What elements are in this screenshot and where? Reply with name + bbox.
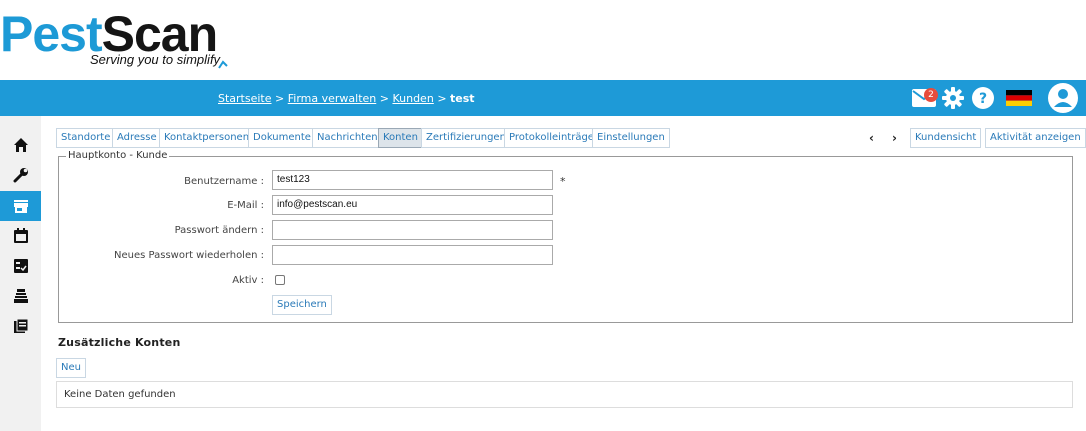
logo-tagline: Serving you to simplify — [90, 52, 221, 67]
pestscan-logo: PestScan Serving you to simplify — [0, 2, 240, 78]
calendar-icon — [13, 228, 28, 243]
sidebar-item-home[interactable] — [0, 130, 41, 160]
tab-nachrichten[interactable]: Nachrichten — [312, 128, 383, 148]
breadcrumb-firma-verwalten[interactable]: Firma verwalten — [288, 92, 377, 105]
breadcrumb-separator: > — [437, 92, 447, 105]
sidebar-item-tools[interactable] — [0, 160, 41, 190]
prev-arrow-icon[interactable]: ‹ — [869, 131, 874, 145]
sidebar-item-reports[interactable] — [0, 311, 41, 341]
kundensicht-button[interactable]: Kundensicht — [910, 128, 982, 148]
empty-table-message: Keine Daten gefunden — [56, 381, 1073, 408]
active-checkbox[interactable] — [275, 275, 285, 285]
breadcrumb-separator: > — [379, 92, 389, 105]
active-label: Aktiv : — [232, 275, 264, 286]
topbar-icons: 2 ? — [896, 80, 1086, 116]
mail-icon[interactable]: 2 — [912, 88, 938, 110]
password-repeat-label: Neues Passwort wiederholen : — [114, 250, 264, 261]
tab-zertifizierungen[interactable]: Zertifizierungen — [421, 128, 511, 148]
sidebar-item-calendar[interactable] — [0, 221, 41, 251]
wrench-icon — [13, 168, 28, 183]
left-sidebar — [0, 116, 41, 431]
sidebar-item-checklist[interactable] — [0, 251, 41, 281]
tab-konten[interactable]: Konten — [378, 128, 423, 148]
user-avatar-icon[interactable] — [1048, 83, 1078, 116]
email-input[interactable]: info@pestscan.eu — [272, 195, 553, 215]
password-input[interactable] — [272, 220, 553, 240]
save-button[interactable]: Speichern — [272, 295, 332, 315]
fieldset-legend: Hauptkonto - Kunde — [66, 150, 170, 161]
next-arrow-icon[interactable]: › — [892, 131, 897, 145]
sidebar-item-traps[interactable] — [0, 281, 41, 311]
store-icon — [13, 200, 28, 213]
breadcrumb-current: test — [450, 92, 475, 105]
tab-kontaktpersonen[interactable]: Kontaktpersonen — [159, 128, 255, 148]
required-marker: * — [560, 175, 566, 188]
tab-adresse[interactable]: Adresse — [112, 128, 162, 148]
checklist-icon — [13, 259, 28, 273]
book-icon — [13, 318, 28, 333]
breadcrumb-separator: > — [275, 92, 285, 105]
svg-text:?: ? — [979, 91, 987, 107]
breadcrumb: Startseite > Firma verwalten > Kunden > … — [218, 92, 475, 105]
breadcrumb-startseite[interactable]: Startseite — [218, 92, 272, 105]
password-label: Passwort ändern : — [174, 225, 264, 236]
tab-standorte[interactable]: Standorte — [56, 128, 116, 148]
mail-unread-badge: 2 — [924, 88, 938, 102]
top-navigation-bar: Startseite > Firma verwalten > Kunden > … — [0, 80, 1086, 116]
additional-accounts-heading: Zusätzliche Konten — [58, 336, 181, 349]
trap-icon — [13, 289, 28, 303]
home-icon — [13, 138, 28, 152]
sidebar-item-customers[interactable] — [0, 191, 41, 221]
tab-dokumente[interactable]: Dokumente — [248, 128, 316, 148]
username-label: Benutzername : — [184, 176, 264, 187]
aktivitaet-anzeigen-button[interactable]: Aktivität anzeigen — [985, 128, 1086, 148]
german-flag-icon[interactable] — [1006, 90, 1032, 109]
new-account-button[interactable]: Neu — [56, 358, 86, 378]
tab-protokolleintraege[interactable]: Protokolleinträge — [504, 128, 599, 148]
email-label: E-Mail : — [227, 200, 264, 211]
username-input[interactable]: test123 — [272, 170, 553, 190]
password-repeat-input[interactable] — [272, 245, 553, 265]
logo-swoosh-icon — [218, 60, 228, 69]
tab-einstellungen[interactable]: Einstellungen — [592, 128, 670, 148]
gear-icon[interactable] — [942, 87, 964, 112]
help-icon[interactable]: ? — [972, 87, 994, 112]
breadcrumb-kunden[interactable]: Kunden — [392, 92, 433, 105]
